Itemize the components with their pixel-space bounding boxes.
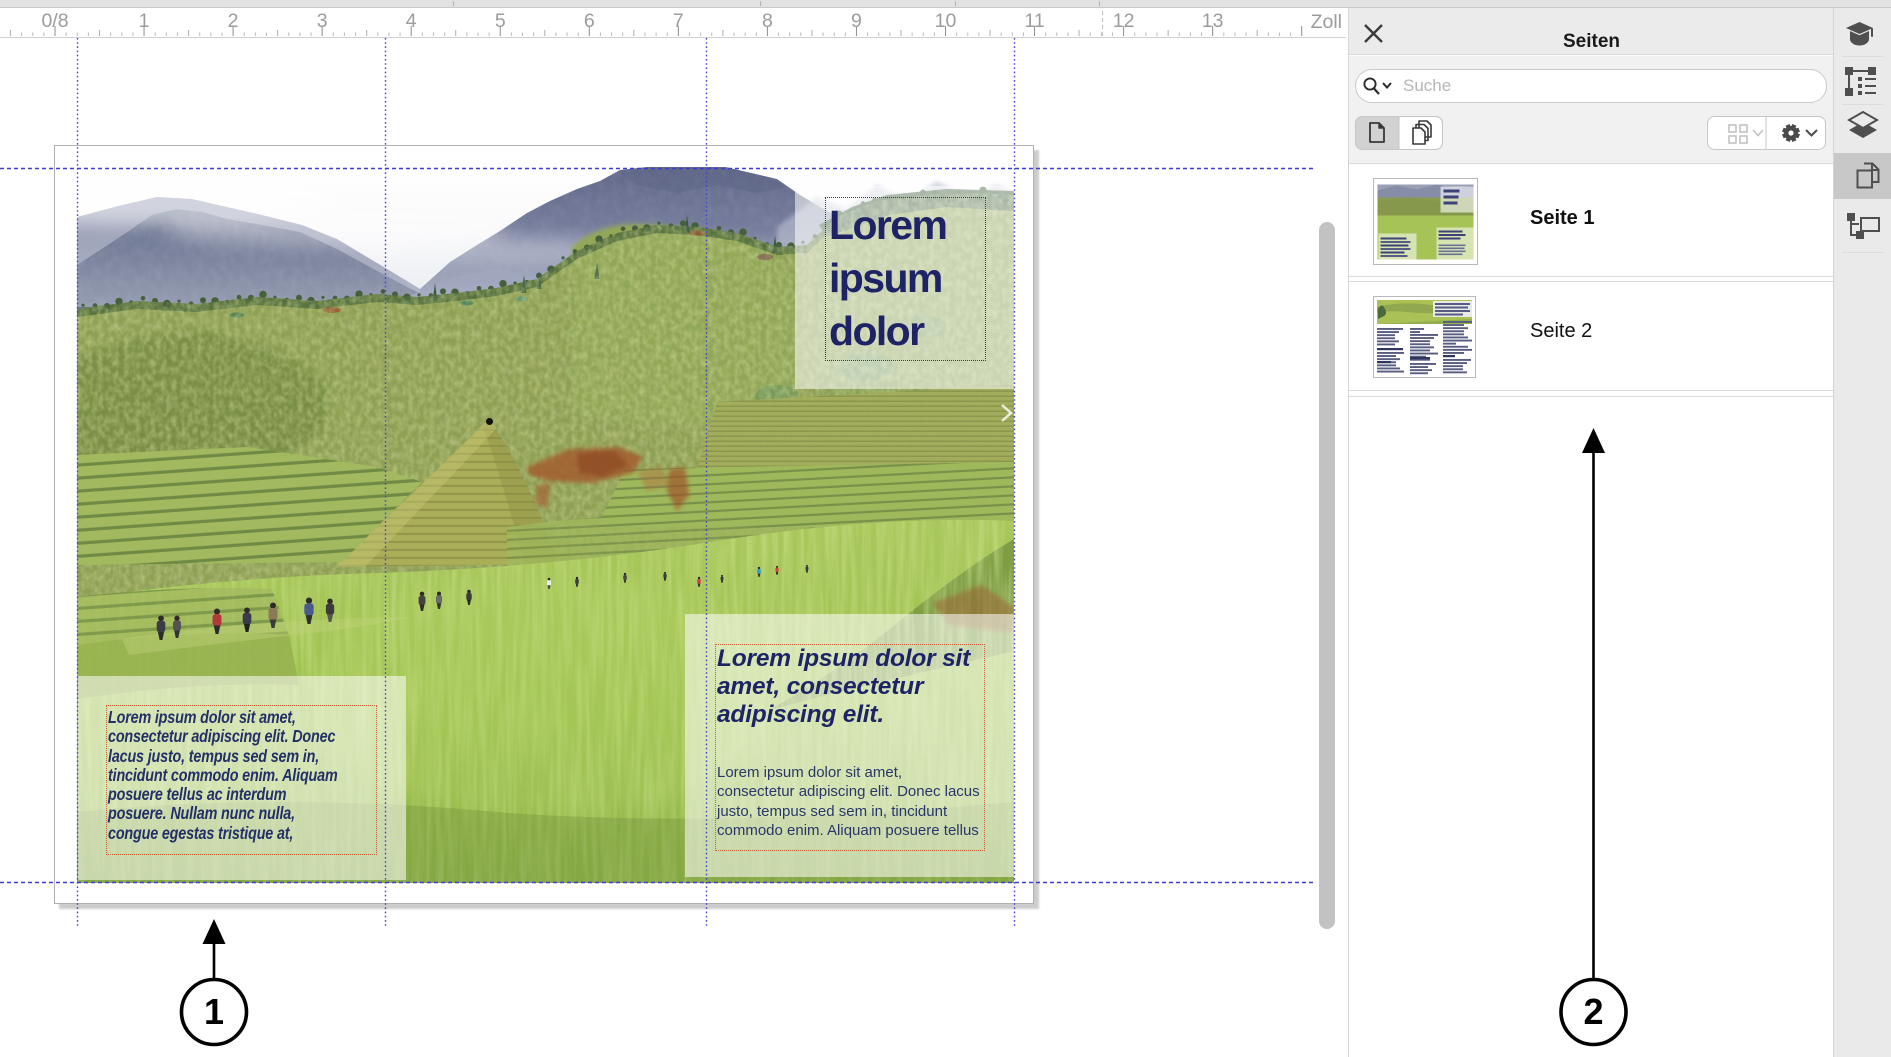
svg-text:1: 1 <box>204 991 224 1032</box>
svg-text:2: 2 <box>1583 991 1603 1032</box>
